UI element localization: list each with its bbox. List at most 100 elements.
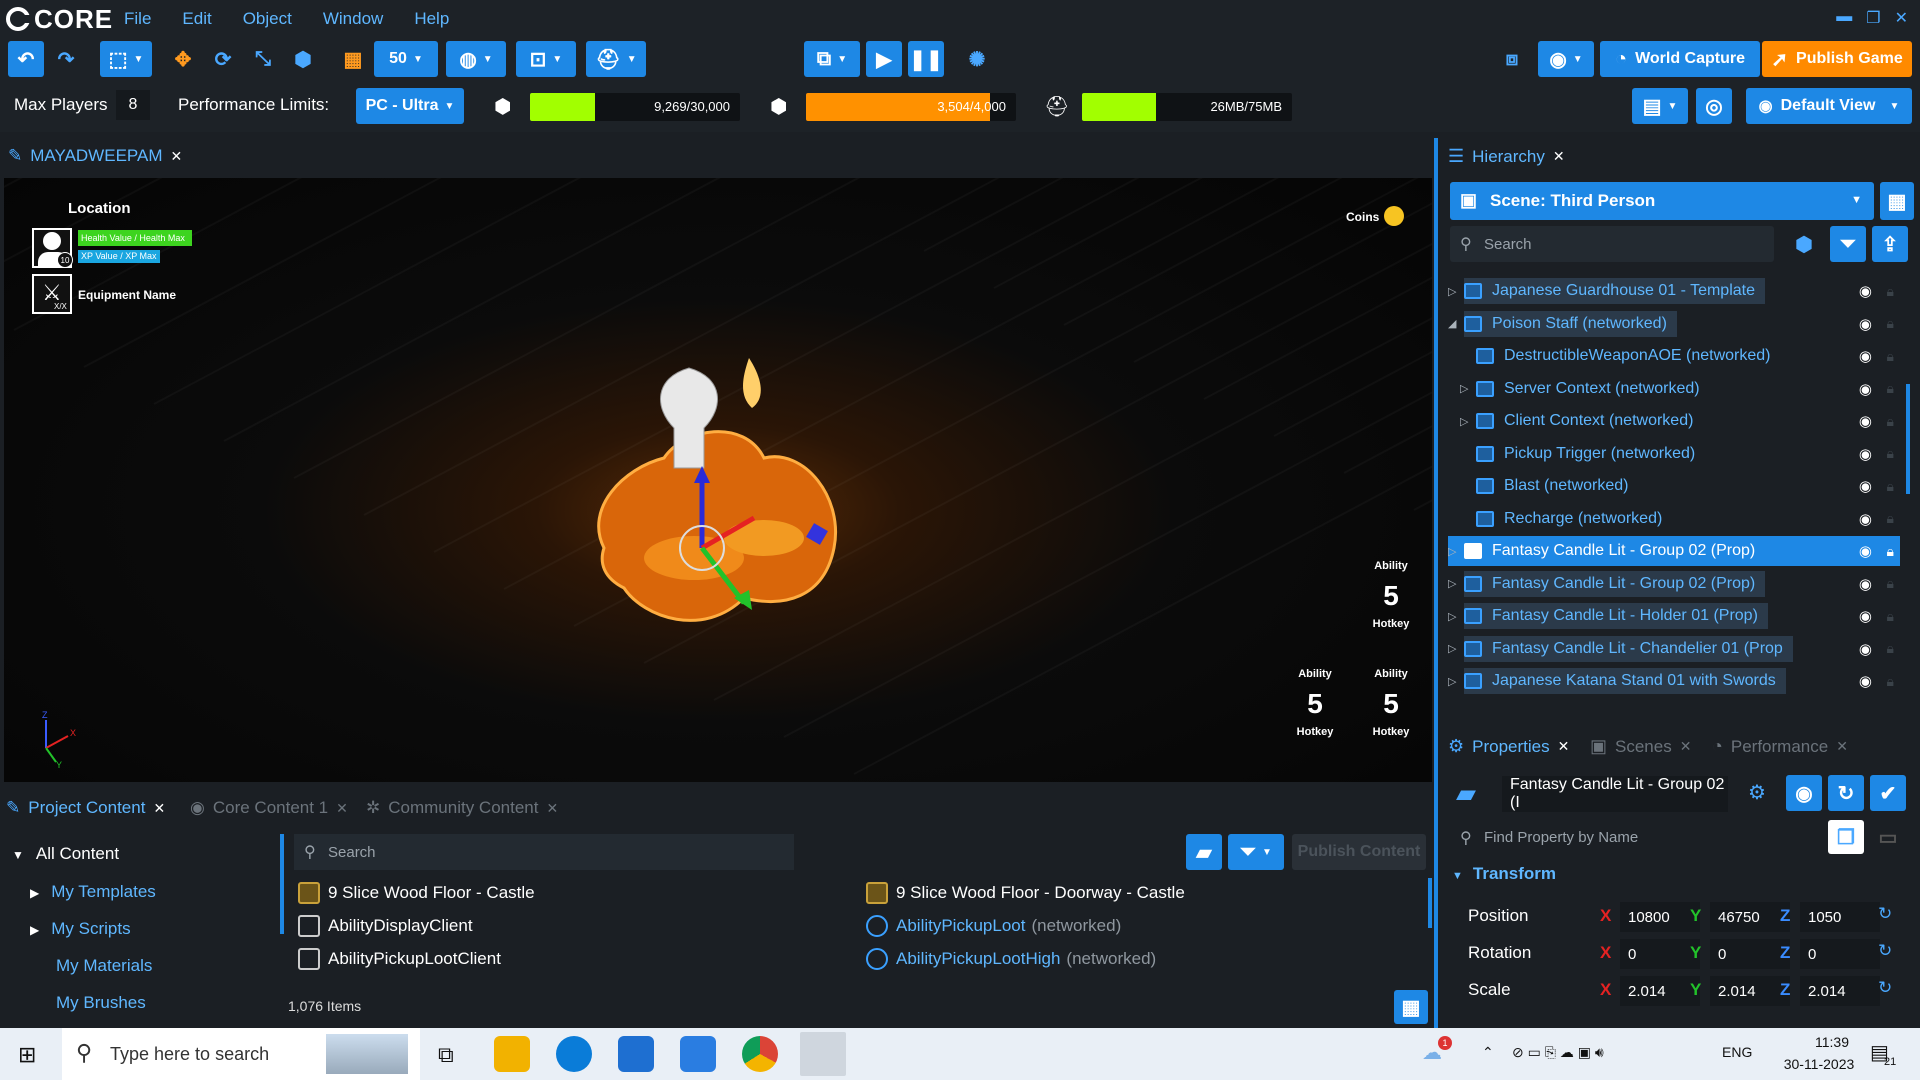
chevron-right-icon[interactable]: ▷ [1448, 545, 1462, 558]
play-button[interactable]: ▶ [866, 41, 902, 77]
close-tab-icon[interactable]: ✕ [1836, 738, 1848, 755]
scale-z-field[interactable]: 2.014 [1800, 976, 1880, 1006]
grid-size-select[interactable]: 50 ▼ [374, 41, 438, 77]
lock-icon[interactable]: 🔒︎ [1887, 478, 1894, 495]
tab-project-content[interactable]: ✎ Project Content ✕ [6, 798, 165, 818]
paste-button[interactable]: ▭ [1870, 820, 1906, 854]
menu-object[interactable]: Object [243, 9, 292, 29]
world-capture-button[interactable]: ◔ World Capture [1600, 41, 1760, 77]
move-tool-button[interactable]: ✥ [166, 41, 200, 77]
chevron-down-icon[interactable]: ◢ [1448, 317, 1462, 330]
lock-icon[interactable]: 🔒︎ [1887, 283, 1894, 300]
menu-file[interactable]: File [124, 9, 151, 29]
clock-time[interactable]: 11:39 [1792, 1034, 1872, 1050]
help-circle-button[interactable]: ◎ [1696, 88, 1732, 124]
tree-my-materials[interactable]: My Materials [56, 956, 152, 976]
store-icon[interactable] [680, 1036, 716, 1072]
hierarchy-row[interactable]: Blast (networked) ◉ 🔒︎ [1448, 471, 1900, 501]
hierarchy-tab[interactable]: ☰ Hierarchy ✕ [1448, 146, 1565, 167]
tab-scenes[interactable]: ▣ Scenes ✕ [1590, 736, 1691, 757]
tab-core-content[interactable]: ◉ Core Content 1 ✕ [190, 798, 348, 818]
rotation-z-field[interactable]: 0 [1800, 939, 1880, 969]
collapse-button[interactable]: ⇪ [1872, 226, 1908, 262]
restore-icon[interactable]: ❐ [1866, 8, 1880, 28]
content-item[interactable]: AbilityPickupLootClient [298, 948, 507, 970]
position-y-field[interactable]: 46750 [1710, 902, 1790, 932]
tray-icons[interactable]: ⊘ ▭ ⎘ ☁ ▣ 🔊︎ [1512, 1044, 1604, 1061]
rotation-y-field[interactable]: 0 [1710, 939, 1790, 969]
core-app-icon[interactable] [800, 1032, 846, 1076]
hierarchy-row[interactable]: ▷ Fantasy Candle Lit - Group 02 (Prop) ◉ 🔒︎ [1448, 569, 1900, 599]
lock-icon[interactable]: 🔒︎ [1887, 510, 1894, 527]
visibility-eye-icon[interactable]: ◉ [1859, 315, 1872, 333]
layout-button[interactable]: ▤ ▼ [1632, 88, 1688, 124]
grid-toggle-button[interactable]: ▦ [336, 41, 370, 77]
tree-all-content[interactable]: ▼ All Content [12, 844, 119, 864]
lock-icon[interactable]: 🔒︎ [1887, 640, 1894, 657]
debug-button[interactable]: ✺ [960, 41, 994, 77]
chevron-right-icon[interactable]: ▷ [1448, 675, 1462, 688]
menu-edit[interactable]: Edit [182, 9, 211, 29]
lock-icon[interactable]: 🔒︎ [1887, 673, 1894, 690]
hierarchy-search-input[interactable]: ⚲ Search [1450, 226, 1774, 262]
minimize-icon[interactable]: ▬ [1836, 8, 1852, 28]
visibility-eye-icon[interactable]: ◉ [1859, 347, 1872, 365]
tree-my-brushes[interactable]: My Brushes [56, 993, 146, 1013]
visible-check-button[interactable]: ✔ [1870, 775, 1906, 811]
visibility-eye-icon[interactable]: ◉ [1859, 542, 1872, 560]
chevron-right-icon[interactable]: ▷ [1448, 610, 1462, 623]
position-z-field[interactable]: 1050 [1800, 902, 1880, 932]
scale-y-field[interactable]: 2.014 [1710, 976, 1790, 1006]
hierarchy-row[interactable]: ▷ Japanese Katana Stand 01 with Swords ◉ 🔒︎ [1448, 666, 1900, 696]
content-search-input[interactable]: ⚲ Search [294, 834, 794, 870]
world-view-button[interactable]: ◍ ▼ [446, 41, 506, 77]
snap-button[interactable]: ⊡ ▼ [516, 41, 576, 77]
content-item[interactable]: AbilityPickupLoot (networked) [866, 915, 1121, 937]
content-item[interactable]: 9 Slice Wood Floor - Castle [298, 882, 541, 904]
visibility-eye-icon[interactable]: ◉ [1859, 380, 1872, 398]
close-tab-icon[interactable]: ✕ [336, 800, 348, 817]
visibility-eye-icon[interactable]: ◉ [1859, 607, 1872, 625]
lock-icon[interactable]: 🔒︎ [1887, 380, 1894, 397]
visibility-eye-icon[interactable]: ◉ [1859, 412, 1872, 430]
content-item[interactable]: 9 Slice Wood Floor - Doorway - Castle [866, 882, 1191, 904]
camera-settings-button[interactable]: ◉ ▼ [1538, 41, 1594, 77]
close-tab-icon[interactable]: ✕ [1553, 148, 1565, 165]
scene-select[interactable]: ▣ Scene: Third Person ▼ [1450, 182, 1874, 220]
reset-scale-icon[interactable]: ↻ [1878, 978, 1892, 998]
visibility-eye-icon[interactable]: ◉ [1859, 575, 1872, 593]
hierarchy-row[interactable]: Recharge (networked) ◉ 🔒︎ [1448, 504, 1900, 534]
player-settings-button[interactable]: ⛑ ▼ [586, 41, 646, 77]
filter-button[interactable]: ⏷ [1830, 226, 1866, 262]
screen-button[interactable]: ⧈ [1494, 41, 1530, 77]
clock-date[interactable]: 30-11-2023 [1764, 1056, 1874, 1072]
lock-icon[interactable]: 🔒︎ [1887, 575, 1894, 592]
object-mode-button[interactable]: ⬢ [286, 41, 320, 77]
visibility-eye-icon[interactable]: ◉ [1859, 672, 1872, 690]
scene-viewport[interactable]: Location 10 Health Value / Health Max XP… [4, 178, 1432, 782]
panel-splitter[interactable] [1434, 138, 1438, 1028]
hierarchy-row[interactable]: ◢ Poison Staff (networked) ◉ 🔒︎ [1448, 309, 1900, 339]
open-folder-button[interactable]: ▰ [1186, 834, 1222, 870]
visibility-eye-icon[interactable]: ◉ [1859, 282, 1872, 300]
close-tab-icon[interactable]: ✕ [1558, 738, 1570, 755]
close-tab-icon[interactable]: ✕ [1680, 738, 1692, 755]
pause-button[interactable]: ❚❚ [908, 41, 944, 77]
windows-start-icon[interactable]: ⊞ [18, 1042, 36, 1068]
transform-section-header[interactable]: ▼ Transform [1452, 864, 1556, 884]
tree-my-scripts[interactable]: ▶ My Scripts [30, 919, 131, 939]
max-players-field[interactable]: 8 [116, 90, 150, 120]
tree-scrollbar[interactable] [280, 834, 284, 934]
selected-object-gizmo[interactable] [584, 348, 864, 668]
tab-performance[interactable]: ◔ Performance ✕ [1712, 736, 1848, 757]
chevron-up-icon[interactable]: ⌃ [1482, 1044, 1494, 1061]
hierarchy-row[interactable]: ▷ Fantasy Candle Lit - Group 02 (Prop) ◉ 🔒︎ [1448, 536, 1900, 566]
transform-space-button[interactable]: ⬚ ▼ [100, 41, 152, 77]
content-filter-button[interactable]: ⏷ ▼ [1228, 834, 1284, 870]
lock-icon[interactable]: 🔒︎ [1887, 413, 1894, 430]
visibility-eye-icon[interactable]: ◉ [1859, 445, 1872, 463]
chevron-right-icon[interactable]: ▷ [1448, 285, 1462, 298]
chrome-icon[interactable] [742, 1036, 778, 1072]
lock-icon[interactable]: 🔒︎ [1887, 348, 1894, 365]
visibility-eye-icon[interactable]: ◉ [1859, 510, 1872, 528]
